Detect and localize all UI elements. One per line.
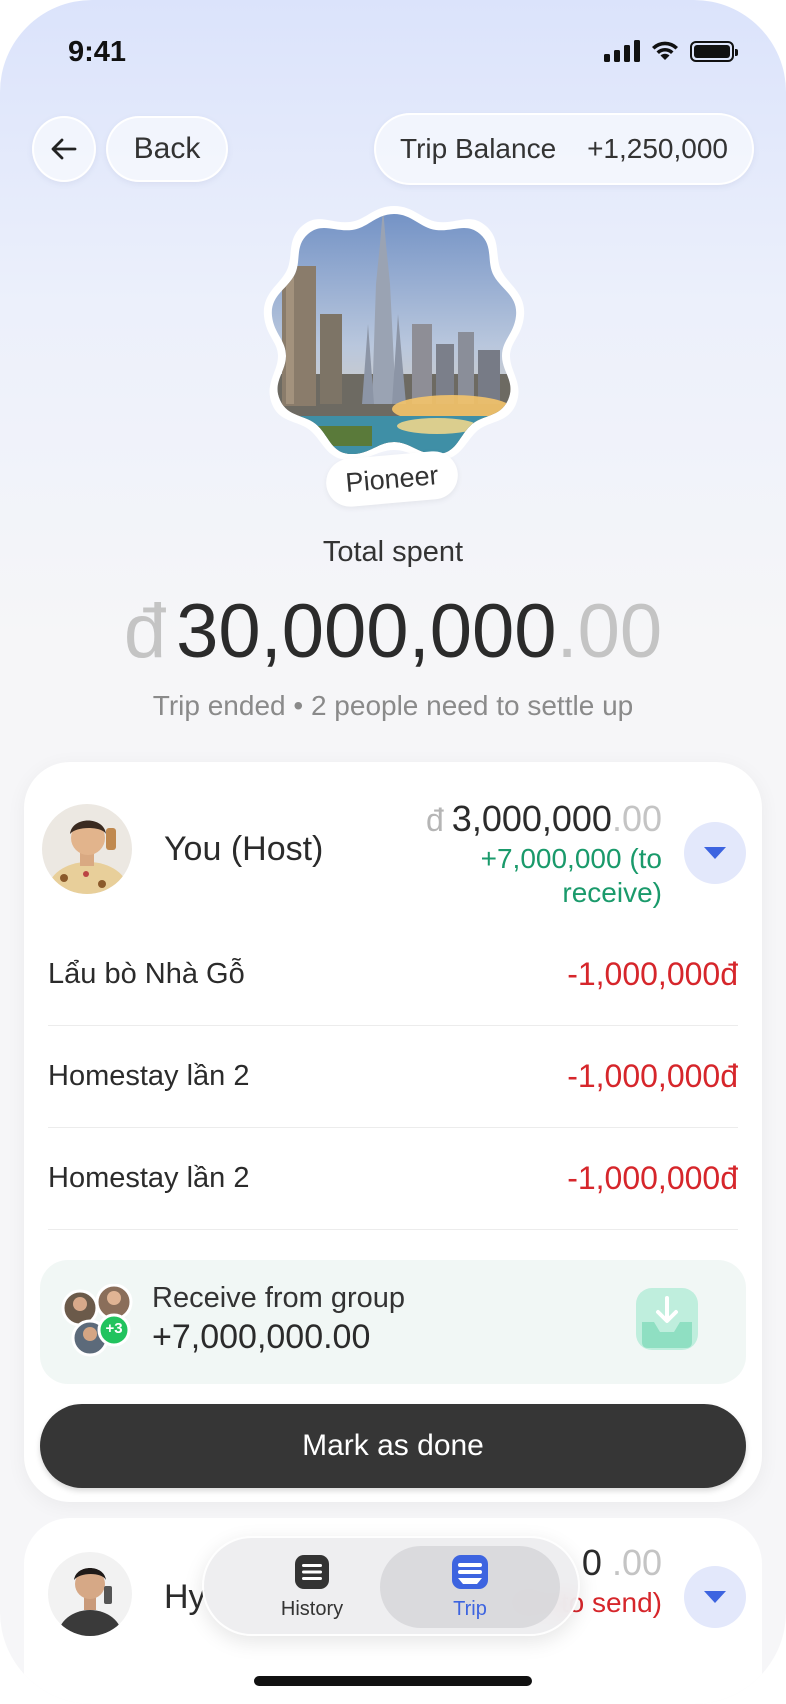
expense-name: Homestay lần 2 bbox=[48, 1060, 250, 1092]
tab-trip[interactable]: Trip bbox=[380, 1546, 560, 1628]
trip-icon bbox=[452, 1554, 488, 1589]
expense-amount: -1,000,000đ bbox=[567, 1160, 738, 1196]
host-amount-value: 3,000,000 bbox=[451, 798, 612, 839]
arrow-left-icon bbox=[51, 138, 77, 160]
extra-members-count: +3 bbox=[105, 1320, 123, 1337]
host-currency: đ bbox=[426, 802, 444, 838]
expand-member-button[interactable] bbox=[684, 1566, 746, 1628]
back-button[interactable]: Back bbox=[106, 116, 228, 182]
total-amount-decimals: .00 bbox=[556, 589, 663, 674]
total-spent-amount: đ 30,000,000.00 bbox=[0, 588, 786, 675]
member-amount-value: 0 bbox=[581, 1542, 602, 1583]
chevron-down-icon bbox=[704, 847, 726, 859]
trip-settlement-screen: 9:41 Back Trip Balance +1,250,000 Pionee… bbox=[0, 0, 786, 1704]
expense-name: Lẩu bò Nhà Gỗ bbox=[48, 958, 245, 990]
cellular-signal-icon bbox=[604, 40, 640, 62]
status-icons bbox=[604, 40, 738, 62]
currency-symbol: đ bbox=[123, 589, 167, 674]
home-indicator[interactable] bbox=[254, 1676, 532, 1686]
bottom-tab-bar: History Trip bbox=[202, 1536, 580, 1636]
tab-history[interactable]: History bbox=[222, 1546, 402, 1628]
expense-amount: -1,000,000đ bbox=[567, 956, 738, 992]
host-name: You (Host) bbox=[164, 830, 324, 868]
download-tray-icon bbox=[634, 1286, 700, 1352]
member-name: Hy bbox=[164, 1578, 206, 1616]
wifi-icon bbox=[652, 41, 678, 60]
total-spent-label: Total spent bbox=[322, 536, 464, 568]
receive-title: Receive from group bbox=[152, 1282, 406, 1314]
host-amount-decimals: .00 bbox=[611, 798, 662, 839]
expense-name: Homestay lần 2 bbox=[48, 1162, 250, 1194]
expand-host-button[interactable] bbox=[684, 822, 746, 884]
host-avatar bbox=[42, 804, 132, 894]
status-time: 9:41 bbox=[68, 36, 127, 68]
trip-balance-label: Trip Balance bbox=[400, 133, 557, 164]
chevron-down-icon bbox=[704, 1591, 726, 1603]
tab-trip-label: Trip bbox=[453, 1597, 487, 1620]
host-paid-amount: đ 3,000,000.00 bbox=[426, 798, 662, 840]
receive-from-group-box[interactable]: +3 Receive from group +7,000,000.00 bbox=[40, 1260, 746, 1384]
trip-cover-image bbox=[262, 204, 526, 462]
tab-history-label: History bbox=[280, 1597, 344, 1620]
member-avatar bbox=[48, 1552, 132, 1636]
expense-amount: -1,000,000đ bbox=[567, 1058, 738, 1094]
member-amount: 0 .00 bbox=[582, 1542, 662, 1584]
group-avatars: +3 bbox=[60, 1283, 140, 1358]
trip-balance-pill[interactable]: Trip Balance +1,250,000 bbox=[374, 113, 754, 185]
total-amount-value: 30,000,000 bbox=[176, 589, 557, 674]
expense-row[interactable]: Homestay lần 2 -1,000,000đ bbox=[48, 1128, 738, 1230]
trip-status-text: Trip ended • 2 people need to settle up bbox=[152, 690, 634, 721]
expense-row[interactable]: Lẩu bò Nhà Gỗ -1,000,000đ bbox=[48, 924, 738, 1026]
battery-icon bbox=[690, 40, 738, 62]
host-settlement-card: You (Host) đ 3,000,000.00 +7,000,000 (to … bbox=[24, 762, 762, 1502]
receive-amount: +7,000,000.00 bbox=[152, 1318, 371, 1356]
trip-balance-value: +1,250,000 bbox=[587, 133, 728, 164]
host-receive-text: +7,000,000 (to receive) bbox=[480, 843, 662, 908]
history-icon bbox=[295, 1554, 329, 1589]
pioneer-badge: Pioneer bbox=[324, 449, 460, 509]
expense-row[interactable]: Homestay lần 2 -1,000,000đ bbox=[48, 1026, 738, 1128]
member-amount-decimals: .00 bbox=[611, 1542, 662, 1583]
back-arrow-button[interactable] bbox=[32, 116, 96, 182]
mark-as-done-button[interactable]: Mark as done bbox=[40, 1404, 746, 1488]
